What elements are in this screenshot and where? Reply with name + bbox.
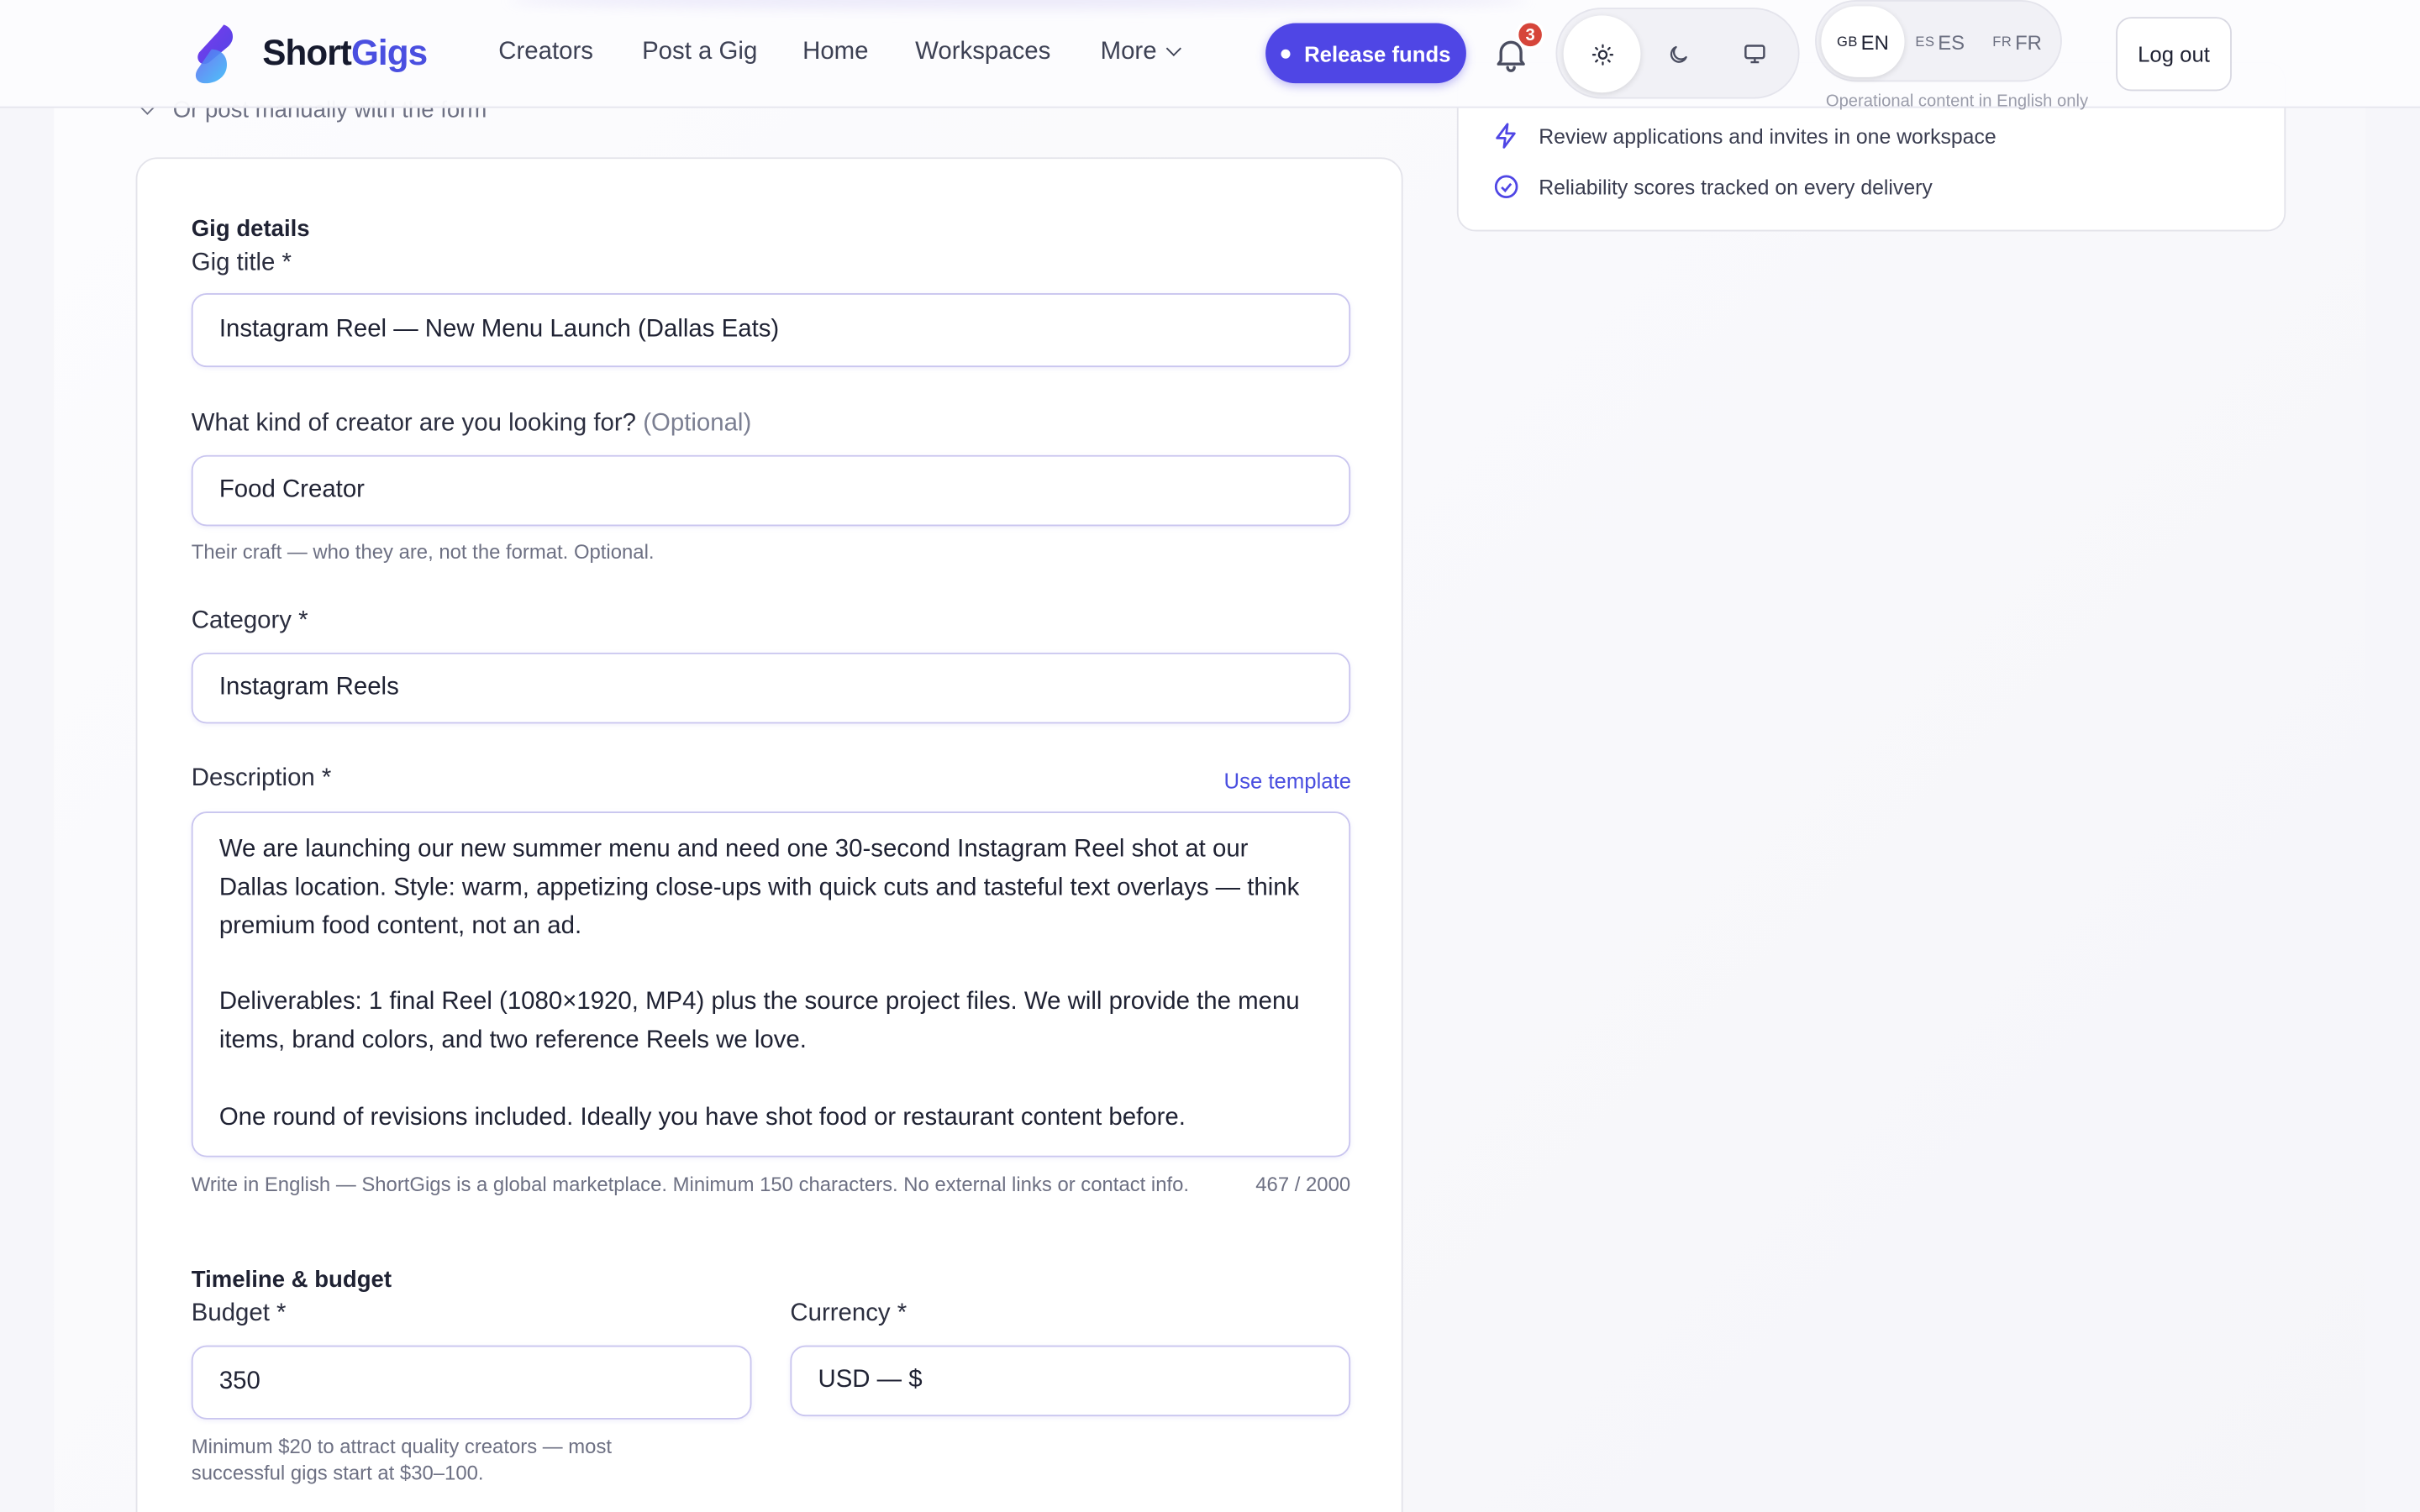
shortgigs-logo-icon[interactable] bbox=[193, 24, 239, 85]
lang-fr-button[interactable]: FR FR bbox=[1979, 6, 2056, 76]
benefit-text: Review applications and invites in one w… bbox=[1539, 123, 1996, 148]
benefit-text: Reliability scores tracked on every deli… bbox=[1539, 175, 1933, 199]
lang-es-button[interactable]: ES ES bbox=[1903, 6, 1977, 76]
budget-label: Budget * bbox=[191, 1300, 287, 1327]
category-select[interactable]: Instagram Reels bbox=[191, 652, 1351, 724]
brand-name[interactable]: ShortGigs bbox=[262, 33, 428, 75]
creator-type-input[interactable]: Food Creator bbox=[191, 454, 1351, 527]
budget-input[interactable]: 350 bbox=[191, 1345, 752, 1420]
nav-home[interactable]: Home bbox=[802, 39, 868, 66]
monitor-icon bbox=[1744, 45, 1765, 64]
benefit-item: Review applications and invites in one w… bbox=[1492, 122, 1996, 150]
check-circle-icon bbox=[1494, 175, 1518, 199]
notification-count-badge: 3 bbox=[1515, 19, 1545, 50]
lang-en-button[interactable]: GB EN bbox=[1821, 6, 1905, 77]
language-note: Operational content in English only bbox=[1825, 92, 2089, 112]
gig-title-label: Gig title * bbox=[191, 249, 292, 276]
theme-light-button[interactable] bbox=[1563, 15, 1641, 93]
timeline-budget-heading: Timeline & budget bbox=[191, 1266, 392, 1294]
nav-workspaces[interactable]: Workspaces bbox=[915, 39, 1050, 66]
moon-icon bbox=[1670, 45, 1686, 62]
theme-system-button[interactable] bbox=[1716, 15, 1793, 92]
nav-creators[interactable]: Creators bbox=[498, 39, 593, 66]
language-switcher: GB EN ES ES FR FR bbox=[1815, 0, 2062, 82]
budget-help: Minimum $20 to attract quality creators … bbox=[191, 1435, 613, 1484]
description-help: Write in English — ShortGigs is a global… bbox=[191, 1172, 1190, 1196]
description-char-count: 467 / 2000 bbox=[1255, 1172, 1351, 1196]
lightning-icon bbox=[1496, 123, 1516, 149]
creator-type-label-text: What kind of creator are you looking for… bbox=[191, 410, 637, 437]
gig-form-card: Gig details Gig title * Instagram Reel —… bbox=[135, 157, 1403, 1512]
nav-post-a-gig[interactable]: Post a Gig bbox=[642, 39, 757, 66]
status-dot bbox=[1281, 48, 1291, 58]
benefit-item: Reliability scores tracked on every deli… bbox=[1492, 173, 1933, 201]
optional-tag: (Optional) bbox=[643, 410, 752, 437]
creator-type-label: What kind of creator are you looking for… bbox=[192, 411, 751, 438]
logout-button[interactable]: Log out bbox=[2116, 17, 2232, 92]
chevron-down-icon bbox=[1166, 40, 1182, 56]
currency-label: Currency * bbox=[790, 1300, 908, 1327]
gig-title-input[interactable]: Instagram Reel — New Menu Launch (Dallas… bbox=[191, 292, 1351, 368]
theme-switcher bbox=[1555, 8, 1800, 99]
description-textarea[interactable]: We are launching our new summer menu and… bbox=[191, 811, 1351, 1158]
creator-type-help: Their craft — who they are, not the form… bbox=[191, 539, 655, 564]
use-template-link[interactable]: Use template bbox=[1224, 769, 1352, 793]
theme-dark-button[interactable] bbox=[1639, 15, 1717, 92]
gig-details-heading: Gig details bbox=[191, 216, 310, 243]
description-label: Description * bbox=[191, 765, 332, 792]
nav-more-dropdown[interactable]: More bbox=[1101, 39, 1182, 66]
release-funds-button[interactable]: Release funds bbox=[1265, 23, 1466, 84]
sun-icon bbox=[1591, 43, 1613, 65]
currency-select[interactable]: USD — $ bbox=[790, 1345, 1351, 1417]
category-label: Category * bbox=[191, 607, 308, 634]
app-root: Review applications and invites in one w… bbox=[0, 0, 2420, 1512]
